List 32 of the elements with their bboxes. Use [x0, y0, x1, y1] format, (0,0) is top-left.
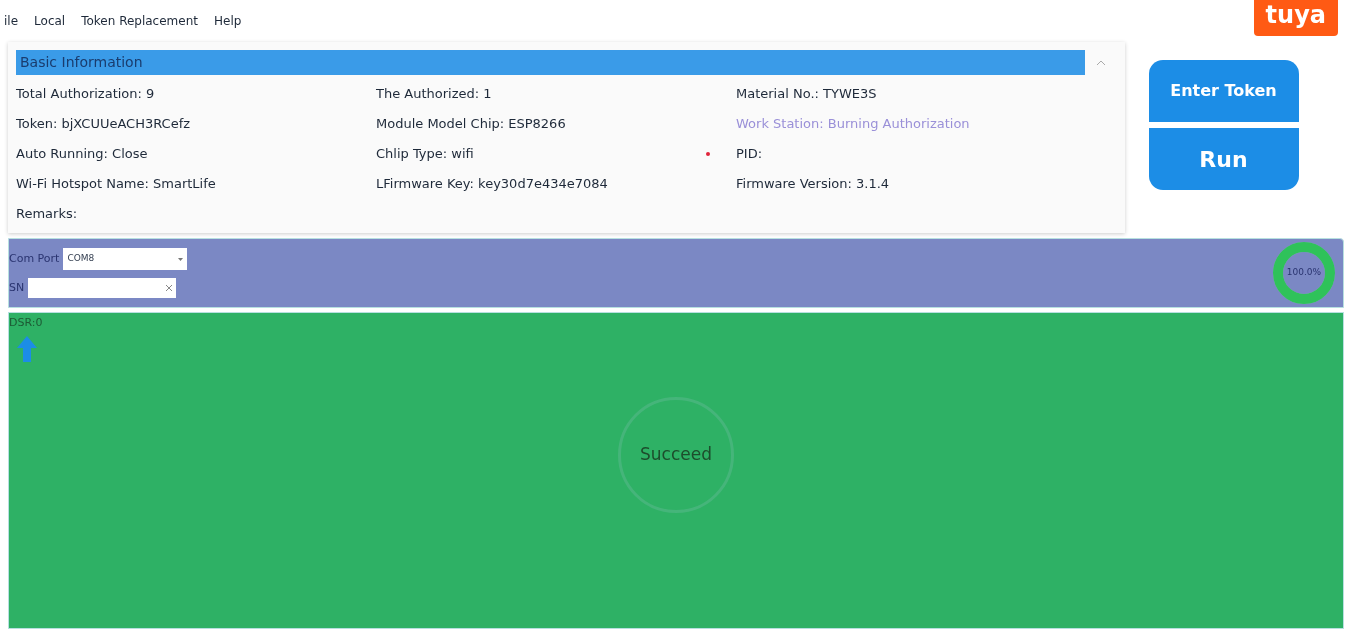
info-field: Auto Running: Close	[16, 144, 148, 164]
menu-item[interactable]: Local	[34, 12, 66, 30]
field-label: Com Port	[9, 250, 60, 267]
progress-ring	[1271, 240, 1337, 306]
clear-icon[interactable]	[166, 285, 173, 291]
dropdown-icon	[178, 257, 184, 261]
action-button[interactable]: Enter Token	[1148, 60, 1299, 122]
info-field: Chlip Type: wifi	[376, 144, 474, 164]
info-field: Firmware Version: 3.1.4	[736, 174, 890, 194]
info-field: PID:	[736, 144, 763, 164]
info-field: Remarks:	[16, 204, 78, 224]
info-field: Module Model Chip: ESP8266	[376, 114, 566, 134]
sn-field[interactable]	[28, 278, 177, 298]
info-field: Work Station: Burning Authorization	[736, 114, 970, 134]
info-field: Material No.: TYWE3S	[736, 84, 877, 104]
progress-reading: 100.0%	[1286, 266, 1322, 280]
action-button[interactable]: Run	[1148, 128, 1299, 190]
dsr-status: DSR:0	[9, 315, 43, 328]
logo: tuya	[1253, 0, 1338, 36]
info-field: Token: bjXCUUeACH3RCefz	[16, 114, 191, 134]
menu-item[interactable]: ile	[4, 12, 19, 30]
menu-item[interactable]: Help	[214, 12, 242, 30]
field-label: SN	[9, 279, 25, 296]
info-field: Wi-Fi Hotspot Name: SmartLife	[16, 174, 216, 194]
status-text: Succeed	[640, 443, 712, 467]
info-field: The Authorized: 1	[376, 84, 492, 104]
com-port-dropdown[interactable]: COM8	[63, 248, 188, 270]
section-header: Basic Information	[16, 50, 1085, 75]
menu-item[interactable]: Token Replacement	[81, 12, 198, 30]
info-field: LFirmware Key: key30d7e434e7084	[376, 174, 608, 194]
info-field: Total Authorization: 9	[16, 84, 155, 104]
up-arrow-icon	[17, 336, 37, 362]
